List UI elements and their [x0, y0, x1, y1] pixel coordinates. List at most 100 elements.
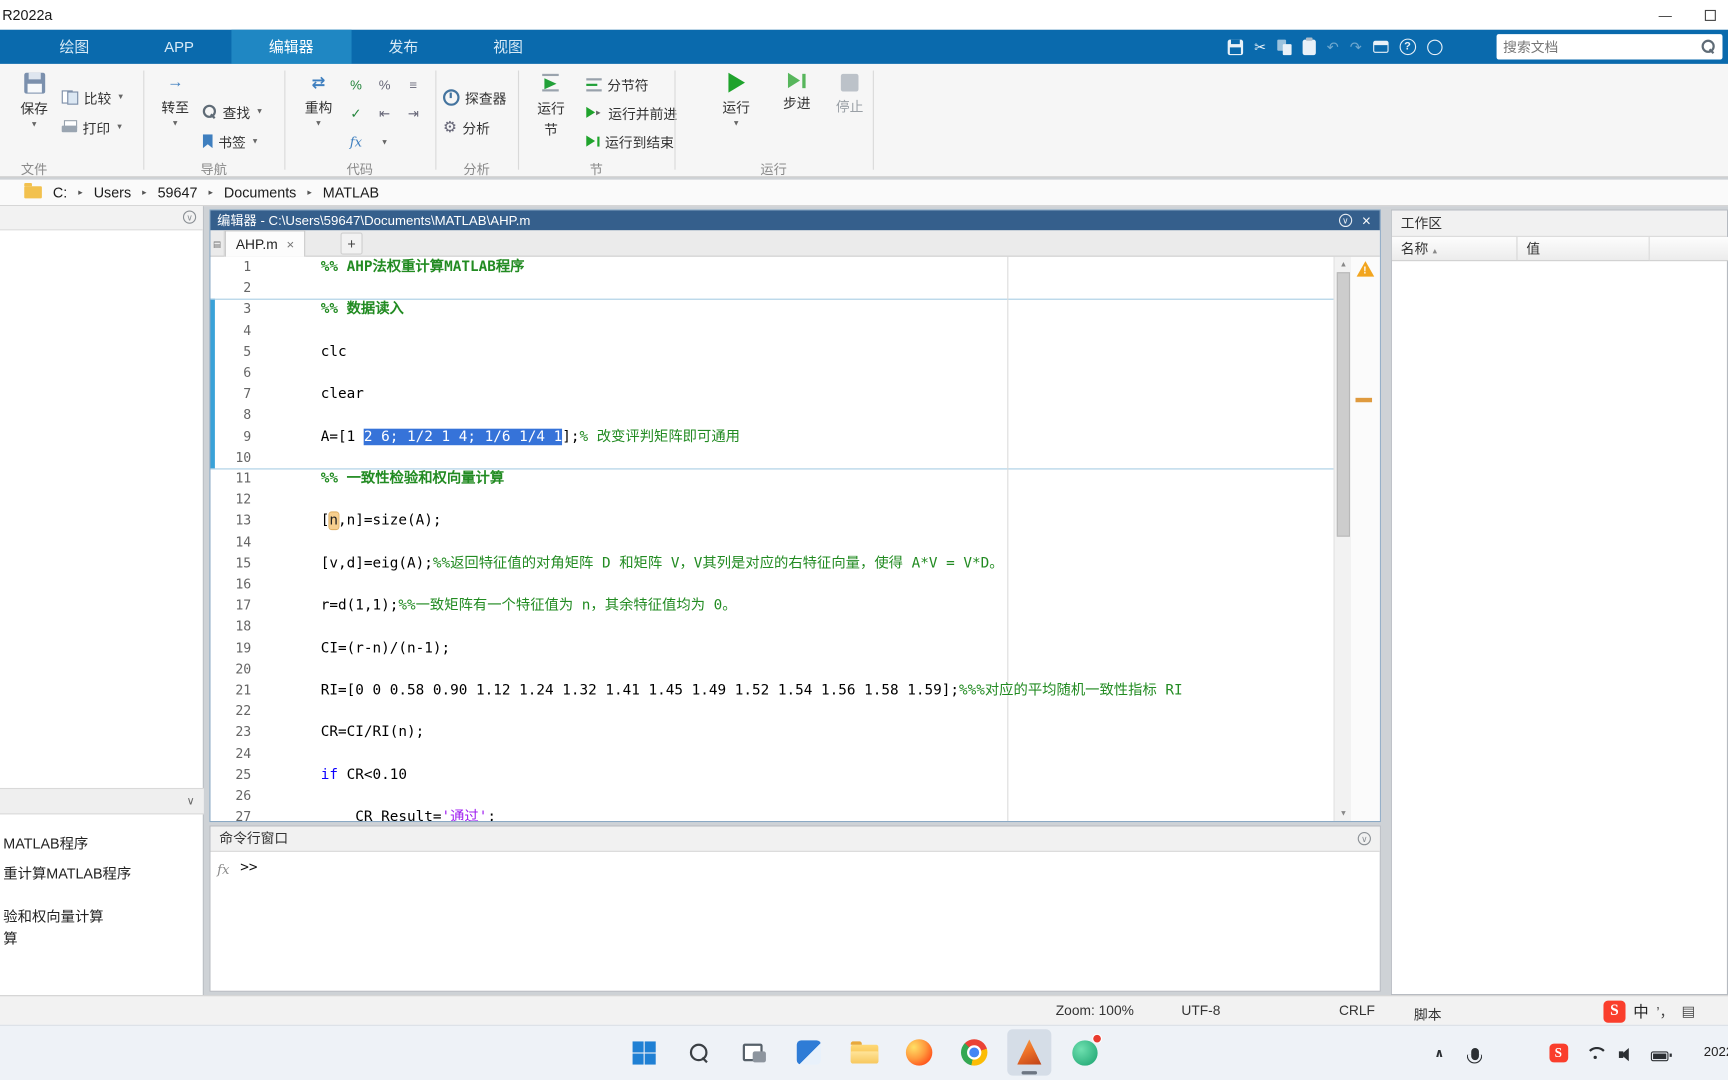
start-button[interactable] [622, 1029, 666, 1075]
run-to-end-button[interactable]: 运行到结束 [586, 130, 674, 152]
run-section-button[interactable]: 运行节 [529, 73, 573, 139]
save-icon[interactable] [1227, 39, 1244, 55]
taskbar-search-button[interactable] [677, 1029, 721, 1075]
profiler-button[interactable]: 探查器 [443, 86, 506, 108]
ime-punctuation-icon[interactable]: ’， [1656, 1001, 1674, 1022]
file-explorer-button[interactable] [842, 1029, 886, 1075]
tab-绘图[interactable]: 绘图 [22, 30, 127, 64]
code-line[interactable]: 5 clc [210, 341, 1333, 362]
matlab-taskbar-button[interactable] [1007, 1029, 1052, 1076]
line-number[interactable]: 13 [210, 511, 263, 532]
line-number[interactable]: 20 [210, 659, 263, 680]
line-number[interactable]: 7 [210, 384, 263, 405]
line-number[interactable]: 17 [210, 595, 263, 616]
save-button[interactable]: 保存 ▼ [9, 72, 60, 129]
code-line[interactable]: 22 [210, 701, 1333, 722]
help-icon[interactable]: ? [1399, 38, 1416, 56]
code-line[interactable]: 8 [210, 405, 1333, 426]
editor-titlebar[interactable]: 编辑器 - C:\Users\59647\Documents\MATLAB\AH… [210, 210, 1380, 231]
tab-close-icon[interactable]: × [287, 236, 295, 251]
insert-function-button[interactable]: fx [344, 130, 368, 154]
line-number[interactable]: 15 [210, 553, 263, 574]
compare-button[interactable]: 比较 ▼ [61, 86, 124, 108]
editor-menu-icon[interactable] [1338, 213, 1352, 228]
scroll-up-icon[interactable]: ▲ [1335, 257, 1353, 272]
run-and-advance-button[interactable]: ▼ 运行并前进 [586, 101, 677, 123]
line-number[interactable]: 19 [210, 638, 263, 659]
code-line[interactable]: 27 CR_Result='通过'; [210, 807, 1333, 821]
breadcrumb-item[interactable]: 59647 [156, 184, 198, 201]
widgets-button[interactable] [787, 1029, 831, 1075]
bookmark-button[interactable]: 书签 ▼ [202, 130, 259, 152]
step-button[interactable]: 步进 [771, 72, 822, 113]
minimize-button[interactable]: — [1644, 0, 1686, 30]
code-line[interactable]: 4 [210, 320, 1333, 341]
find-button[interactable]: 查找 ▼ [202, 100, 263, 122]
code-line[interactable]: 2 [210, 278, 1333, 299]
line-number[interactable]: 26 [210, 786, 263, 807]
search-documentation-box[interactable] [1496, 34, 1723, 60]
search-input[interactable] [1503, 39, 1702, 55]
code-line[interactable]: 25 if CR<0.10 [210, 765, 1333, 786]
line-number[interactable]: 16 [210, 574, 263, 595]
line-number[interactable]: 11 [210, 468, 263, 489]
tab-list-button[interactable]: ▤ [210, 230, 225, 257]
ime-language-indicator[interactable]: 中 [1633, 1000, 1648, 1022]
decrease-indent-button[interactable]: ⇤ [372, 101, 396, 125]
code-line[interactable]: 1 %% AHP法权重计算MATLAB程序 [210, 257, 1333, 278]
breadcrumb-item[interactable]: MATLAB [322, 184, 380, 201]
stop-button[interactable]: 停止 [824, 73, 875, 116]
vertical-scrollbar[interactable]: ▲ ▼ [1333, 256, 1353, 822]
tray-sogou-button[interactable]: S [1547, 1041, 1569, 1063]
chat-app-button[interactable] [1062, 1029, 1106, 1075]
analyze-button[interactable]: ⚙ 分析 [443, 116, 490, 138]
tray-mic-button[interactable] [1464, 1043, 1486, 1065]
search-icon[interactable] [1701, 39, 1716, 54]
code-line[interactable]: 10 [210, 447, 1333, 468]
line-number[interactable]: 6 [210, 363, 263, 384]
line-number[interactable]: 10 [210, 447, 263, 468]
line-number[interactable]: 5 [210, 341, 263, 362]
command-window[interactable]: 命令行窗口 fx >> [209, 825, 1381, 992]
line-number[interactable]: 14 [210, 532, 263, 553]
warning-marker[interactable] [1355, 397, 1373, 403]
command-window-menu-icon[interactable] [1357, 832, 1371, 846]
breadcrumb-item[interactable]: Users [93, 184, 133, 201]
tab-视图[interactable]: 视图 [456, 30, 561, 64]
chrome-button[interactable] [952, 1029, 996, 1075]
editor-close-icon[interactable]: × [1362, 213, 1371, 228]
copy-icon[interactable] [1277, 39, 1292, 55]
code-line[interactable]: 24 [210, 743, 1333, 764]
code-line[interactable]: 7 clear [210, 384, 1333, 405]
workspace-column-name[interactable]: 名称 ▴ [1391, 236, 1518, 262]
tray-battery-button[interactable] [1648, 1046, 1672, 1066]
tab-APP[interactable]: APP [127, 30, 232, 64]
increase-indent-button[interactable]: ⇥ [401, 101, 425, 125]
goto-button[interactable]: → 转至 ▼ [150, 73, 201, 128]
code-line[interactable]: 14 [210, 532, 1333, 553]
command-prompt[interactable]: >> [240, 860, 257, 877]
code-more-dropdown[interactable]: ▼ [372, 130, 396, 154]
line-number[interactable]: 25 [210, 765, 263, 786]
line-number[interactable]: 1 [210, 257, 263, 278]
tab-发布[interactable]: 发布 [351, 30, 456, 64]
line-number[interactable]: 18 [210, 616, 263, 637]
code-line[interactable]: 11 %% 一致性检验和权向量计算 [210, 468, 1333, 489]
line-number[interactable]: 27 [210, 807, 263, 821]
command-window-header[interactable]: 命令行窗口 [210, 826, 1380, 852]
line-number[interactable]: 8 [210, 405, 263, 426]
run-button[interactable]: 运行 ▼ [711, 72, 762, 128]
code-line[interactable]: 6 [210, 363, 1333, 384]
code-line[interactable]: 21 RI=[0 0 0.58 0.90 1.12 1.24 1.32 1.41 … [210, 680, 1333, 701]
task-view-button[interactable] [732, 1029, 776, 1075]
tab-编辑器[interactable]: 编辑器 [231, 29, 352, 64]
scroll-down-icon[interactable]: ▼ [1335, 806, 1353, 821]
code-line[interactable]: 13 [n,n]=size(A); [210, 511, 1333, 532]
redo-icon[interactable]: ↷ [1350, 40, 1362, 54]
tray-network-button[interactable] [1584, 1044, 1606, 1066]
workspace-header[interactable]: 工作区 [1391, 210, 1727, 237]
layout-icon[interactable] [1372, 40, 1389, 53]
breadcrumb-item[interactable]: Documents [223, 184, 298, 201]
tray-volume-button[interactable] [1616, 1044, 1638, 1066]
line-number[interactable]: 9 [210, 426, 263, 447]
